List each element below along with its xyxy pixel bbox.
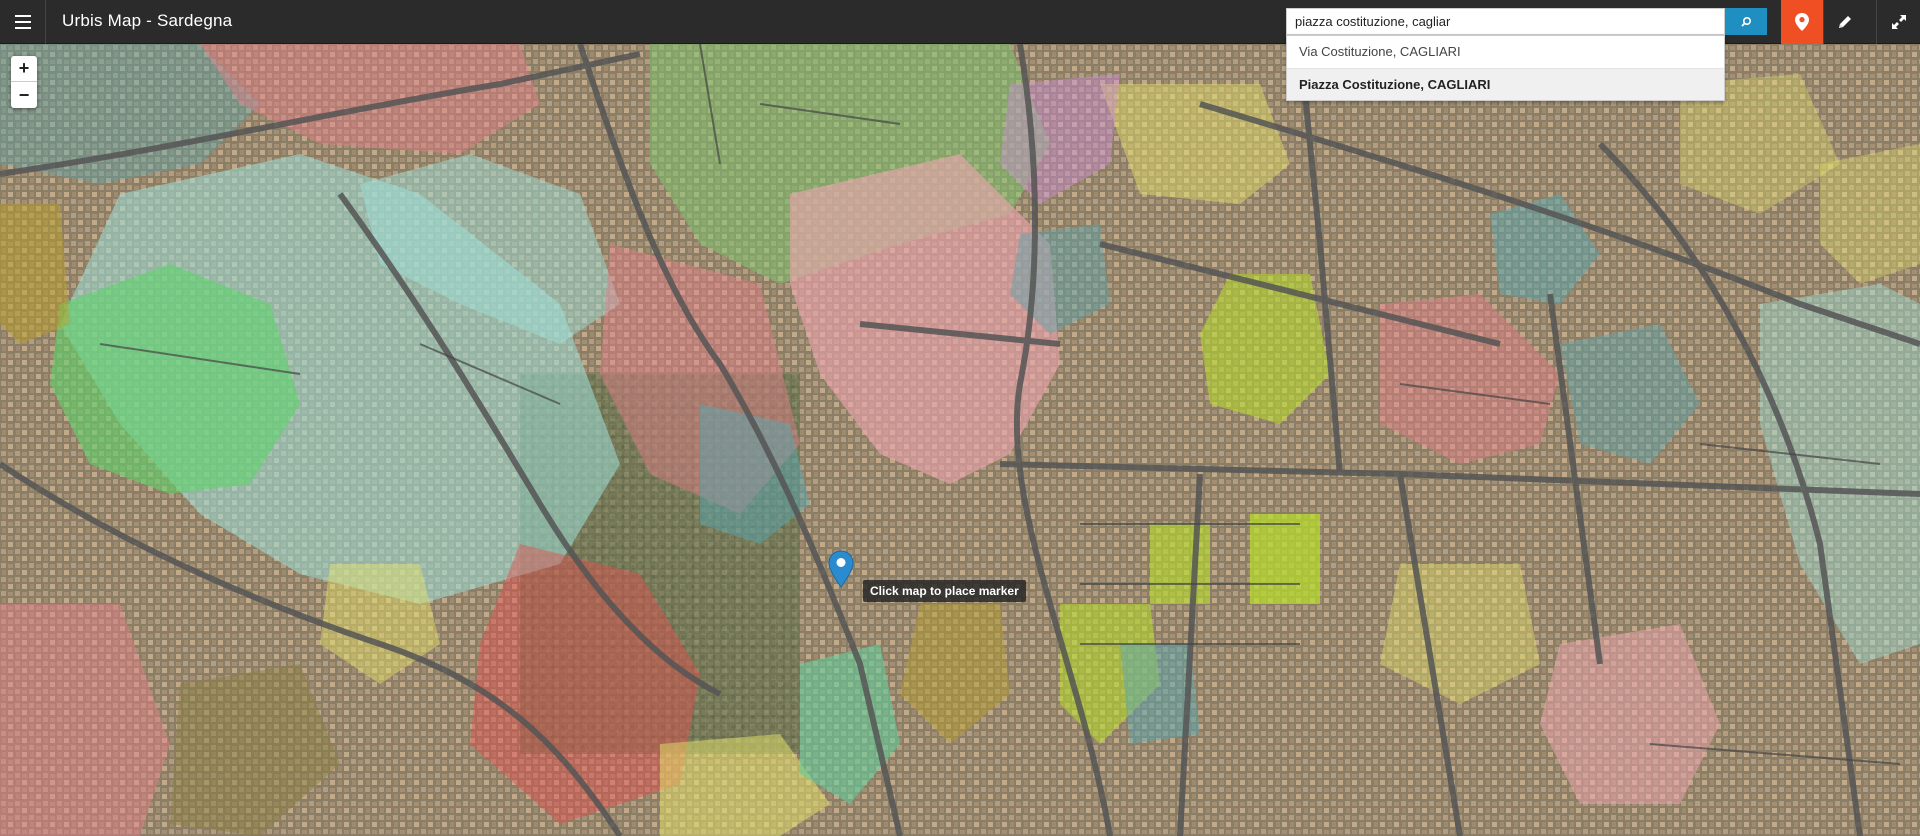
map-canvas[interactable] (0, 44, 1920, 836)
map-pin-icon (1795, 13, 1809, 31)
pencil-icon (1838, 16, 1851, 28)
zoom-out-button[interactable]: − (11, 82, 37, 108)
fullscreen-button[interactable] (1876, 0, 1920, 44)
search-icon (1741, 16, 1752, 27)
search-suggestions: Via Costituzione, CAGLIARI Piazza Costit… (1286, 35, 1725, 101)
hamburger-icon (14, 13, 31, 31)
zoom-control: + − (11, 56, 37, 108)
suggestion-item-active[interactable]: Piazza Costituzione, CAGLIARI (1287, 68, 1724, 100)
app-title: Urbis Map - Sardegna (62, 11, 233, 30)
map-marker[interactable] (828, 550, 854, 593)
fullscreen-icon (1891, 15, 1906, 29)
place-marker-button[interactable] (1781, 0, 1823, 44)
zoom-in-button[interactable]: + (11, 56, 37, 82)
search-button[interactable] (1725, 8, 1767, 35)
marker-icon (828, 550, 854, 588)
search-input[interactable] (1286, 8, 1725, 35)
marker-tooltip: Click map to place marker (863, 580, 1026, 602)
menu-button[interactable] (0, 0, 46, 44)
map-parcels (0, 44, 1920, 836)
draw-button[interactable] (1823, 0, 1865, 44)
suggestion-item[interactable]: Via Costituzione, CAGLIARI (1287, 36, 1724, 68)
